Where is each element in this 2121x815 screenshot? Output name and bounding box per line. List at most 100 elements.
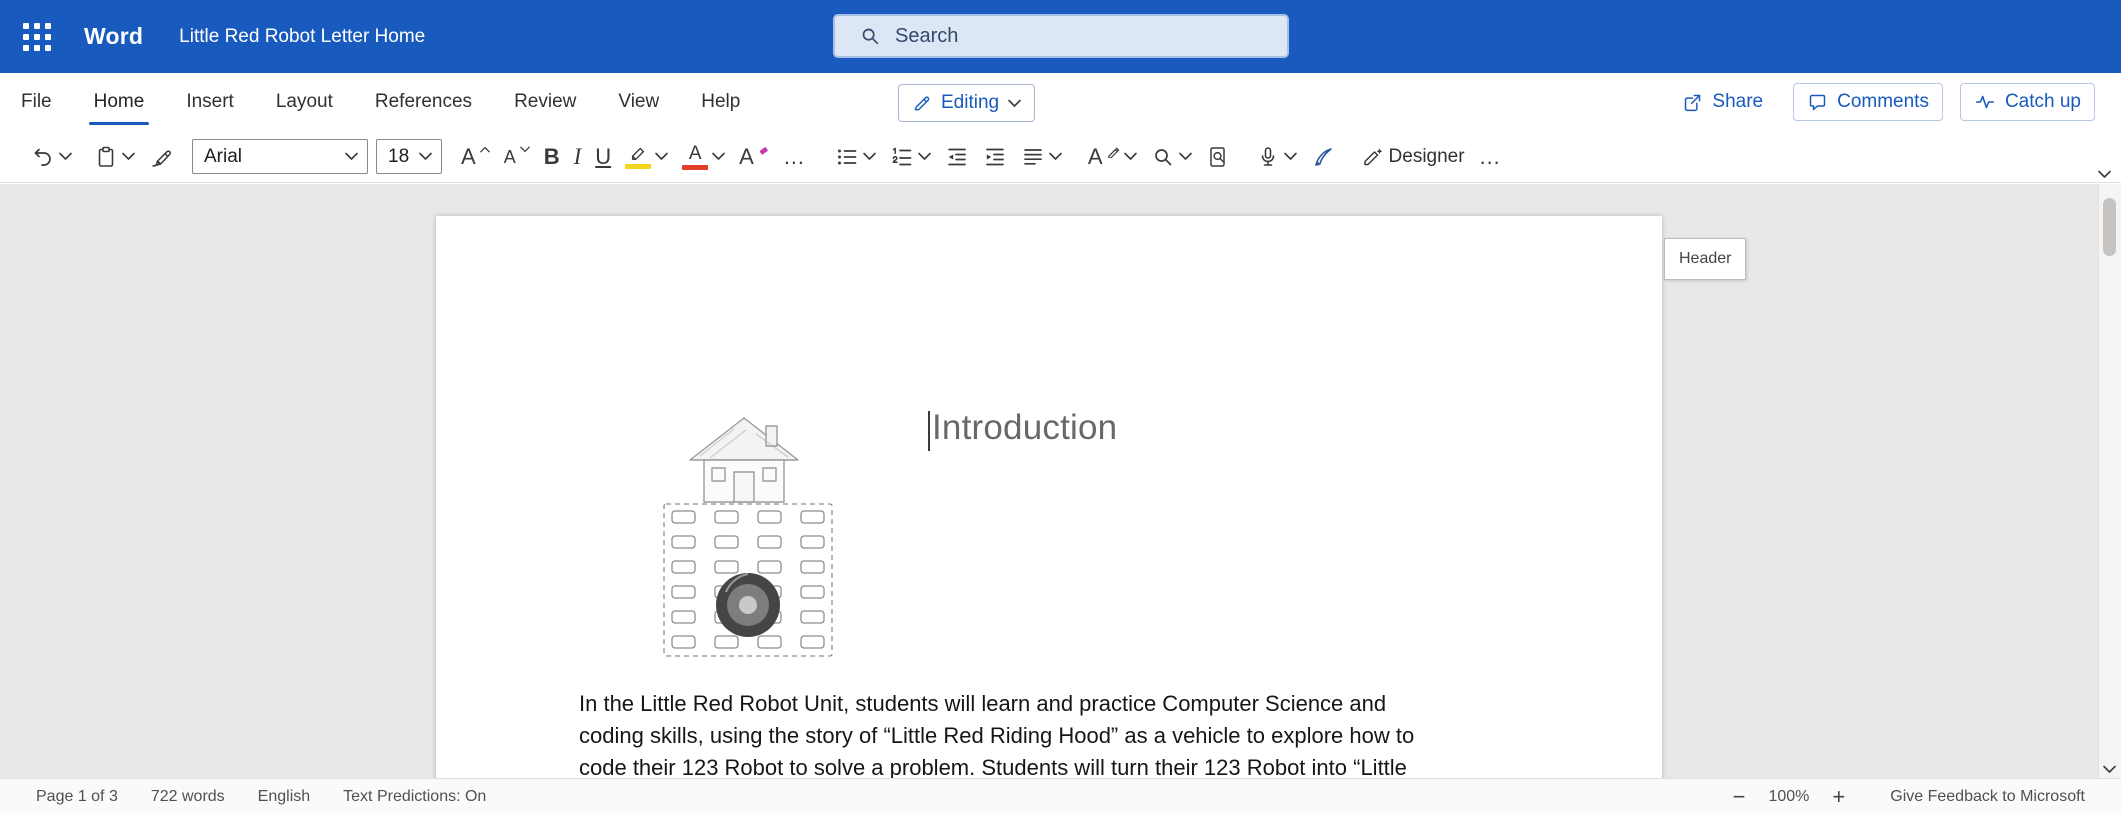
font-name-select[interactable]: Arial [192,139,368,174]
share-button[interactable]: Share [1669,83,1776,121]
underline-button[interactable]: U [588,136,618,178]
chevron-down-icon [863,152,876,161]
document-title[interactable]: Little Red Robot Letter Home [179,26,425,48]
grow-font-button[interactable]: A [454,136,497,178]
zoom-out-button[interactable]: − [1733,786,1746,808]
status-bar: Page 1 of 3 722 words English Text Predi… [0,778,2121,815]
style-pen-icon [1107,145,1120,158]
magnifier-icon [1151,145,1175,169]
tab-references[interactable]: References [354,73,493,131]
increase-indent-button[interactable] [976,136,1014,178]
chevron-down-icon [1049,152,1062,161]
undo-button[interactable] [24,136,79,178]
tab-help[interactable]: Help [680,73,761,131]
chevron-down-icon [655,152,668,161]
document-body-paragraph[interactable]: In the Little Red Robot Unit, students w… [579,688,1509,778]
chevron-down-icon [2103,765,2116,774]
font-color-label: A [689,144,702,163]
tab-view[interactable]: View [597,73,680,131]
document-heading[interactable]: Introduction [932,408,1117,448]
more-options-label: … [783,146,805,168]
decrease-indent-button[interactable] [938,136,976,178]
tab-layout[interactable]: Layout [255,73,354,131]
tab-review[interactable]: Review [493,73,597,131]
body-line[interactable]: In the Little Red Robot Unit, students w… [579,688,1509,720]
alignment-button[interactable] [1014,136,1069,178]
chevron-up-icon [480,146,490,153]
text-highlight-button[interactable] [618,136,675,178]
bullets-button[interactable] [828,136,883,178]
font-size-select[interactable]: 18 [376,139,442,174]
document-page[interactable]: Introduction In the Little Red Robot Uni… [436,216,1662,778]
chevron-down-icon [122,152,135,161]
format-painter-icon [149,145,173,169]
highlighter-icon [627,144,649,162]
text-predictions-toggle[interactable]: Text Predictions: On [343,788,486,806]
grow-font-label: A [461,146,476,168]
document-heading-block[interactable]: Introduction [932,408,1117,448]
search-icon [859,25,881,47]
designer-button[interactable]: Designer [1354,136,1472,178]
chevron-down-icon [712,152,725,161]
chevron-down-icon [345,152,358,161]
italic-button[interactable]: I [567,136,589,178]
bold-button[interactable]: B [537,136,567,178]
styles-button[interactable]: A [1081,136,1144,178]
paste-button[interactable] [87,136,142,178]
page-count[interactable]: Page 1 of 3 [36,788,118,806]
activity-pulse-icon [1974,91,1996,113]
body-line[interactable]: code their 123 Robot to solve a problem.… [579,752,1509,778]
font-color-swatch [682,165,708,170]
word-count[interactable]: 722 words [151,788,225,806]
document-canvas[interactable]: Introduction In the Little Red Robot Uni… [0,184,2121,778]
numbering-button[interactable] [883,136,938,178]
vertical-scrollbar[interactable] [2098,184,2121,778]
zoom-in-button[interactable]: + [1832,786,1845,808]
ribbon-toolbar: Arial 18 A A B I U A [0,131,2121,183]
language-indicator[interactable]: English [258,788,310,806]
shrink-font-button[interactable]: A [497,136,537,178]
italic-label: I [574,145,582,168]
chevron-down-icon [2098,170,2111,179]
comment-icon [1807,92,1828,113]
clear-formatting-button[interactable]: A [732,136,776,178]
tab-file[interactable]: File [0,73,73,131]
body-line[interactable]: coding skills, using the story of “Littl… [579,720,1509,752]
editor-button[interactable] [1304,136,1342,178]
bulleted-list-icon [835,145,859,169]
chevron-down-icon [918,152,931,161]
catch-up-button[interactable]: Catch up [1960,83,2095,121]
editing-mode-button[interactable]: Editing [898,84,1035,122]
search-document-button[interactable] [1199,136,1237,178]
format-painter-button[interactable] [142,136,180,178]
app-name: Word [84,23,143,50]
tab-insert[interactable]: Insert [165,73,255,131]
text-cursor [928,411,930,451]
share-label: Share [1712,91,1763,113]
scrollbar-thumb[interactable] [2103,198,2116,256]
document-image[interactable] [660,412,836,662]
chevron-down-icon [520,146,530,153]
tab-home[interactable]: Home [73,73,166,131]
bold-label: B [544,146,560,168]
zoom-level[interactable]: 100% [1768,788,1809,806]
styles-label: A [1088,146,1103,168]
more-ribbon-commands-button[interactable]: … [1472,136,1508,178]
find-button[interactable] [1144,136,1199,178]
font-color-button[interactable]: A [675,136,732,178]
scroll-down-button[interactable] [2103,765,2116,774]
shrink-font-label: A [504,148,516,166]
feedback-link[interactable]: Give Feedback to Microsoft [1890,788,2085,806]
font-size-value: 18 [388,146,409,168]
dictate-button[interactable] [1249,136,1304,178]
robot-illustration [716,573,780,637]
more-font-options-button[interactable]: … [776,136,812,178]
chevron-down-icon [1179,152,1192,161]
header-tag[interactable]: Header [1664,238,1746,280]
search-input[interactable]: Search [833,14,1289,58]
underline-label: U [595,146,611,168]
comments-button[interactable]: Comments [1793,83,1943,121]
collapse-ribbon-button[interactable] [2098,170,2111,179]
search-placeholder: Search [895,25,958,48]
app-launcher-icon[interactable] [18,18,56,56]
